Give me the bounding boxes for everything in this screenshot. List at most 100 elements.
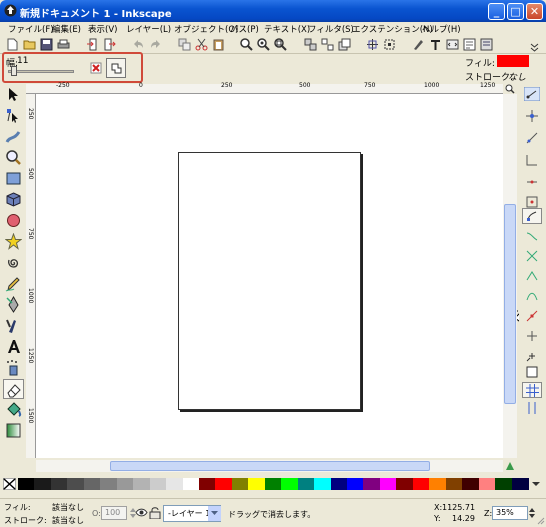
menu-object[interactable]: オブジェクト(O) — [174, 23, 238, 35]
zoom-spinner-icon[interactable] — [529, 507, 535, 519]
menu-layer[interactable]: レイヤー(L) — [126, 23, 171, 35]
color-swatch[interactable] — [116, 478, 134, 490]
ellipse-tool-icon[interactable] — [5, 212, 22, 229]
color-swatch[interactable] — [363, 478, 381, 490]
zoom-drawing-icon[interactable] — [257, 38, 270, 51]
color-swatch[interactable] — [297, 478, 315, 490]
vertical-scrollbar[interactable] — [503, 94, 517, 458]
snap-intersections-icon[interactable] — [526, 250, 538, 262]
color-swatch[interactable] — [231, 478, 249, 490]
color-swatch[interactable] — [429, 478, 447, 490]
raise-icon[interactable] — [338, 38, 351, 51]
minimize-button[interactable]: _ — [488, 3, 505, 20]
node-tool-icon[interactable] — [5, 107, 22, 124]
layer-lock-icon[interactable] — [149, 506, 161, 519]
resize-grip-icon[interactable] — [536, 516, 545, 525]
text-tool-icon[interactable] — [5, 338, 22, 355]
color-swatch[interactable] — [281, 478, 299, 490]
selector-tool-icon[interactable] — [5, 86, 22, 103]
horizontal-scrollbar[interactable] — [36, 460, 503, 472]
document-page[interactable] — [178, 152, 361, 410]
snap-page-border-icon[interactable] — [526, 366, 538, 378]
color-swatch[interactable] — [347, 478, 365, 490]
snap-enable-icon[interactable] — [524, 87, 540, 101]
snap-bbox-icon[interactable] — [526, 110, 538, 122]
color-swatch[interactable] — [18, 478, 35, 490]
import-icon[interactable] — [86, 38, 99, 51]
eraser-tool-button[interactable] — [3, 379, 24, 399]
vertical-scroll-thumb[interactable] — [504, 204, 516, 404]
menu-text[interactable]: テキスト(X) — [264, 23, 310, 35]
calligraphy-tool-icon[interactable] — [5, 317, 22, 334]
rectangle-tool-icon[interactable] — [5, 170, 22, 187]
snap-bbox-center-icon[interactable] — [526, 196, 538, 208]
color-swatch[interactable] — [495, 478, 513, 490]
snap-guides-icon[interactable] — [526, 402, 538, 414]
pen-tool-icon[interactable] — [5, 296, 22, 313]
color-managed-view-icon[interactable] — [505, 461, 515, 471]
color-swatch[interactable] — [264, 478, 282, 490]
color-swatch[interactable] — [462, 478, 480, 490]
spiral-tool-icon[interactable] — [5, 254, 22, 271]
color-swatch[interactable] — [379, 478, 397, 490]
color-swatch[interactable] — [330, 478, 348, 490]
color-swatch[interactable] — [478, 478, 496, 490]
text-font-icon[interactable] — [429, 38, 442, 51]
paste-icon[interactable] — [212, 38, 225, 51]
maximize-button[interactable]: □ — [507, 3, 524, 20]
tweak-tool-icon[interactable] — [5, 128, 22, 145]
menu-filter[interactable]: フィルタ(S) — [308, 23, 354, 35]
align-icon[interactable] — [366, 38, 379, 51]
snap-cusp-nodes-icon[interactable] — [526, 270, 538, 282]
undo-icon[interactable] — [132, 38, 145, 51]
color-swatch[interactable] — [248, 478, 266, 490]
export-icon[interactable] — [103, 38, 116, 51]
new-document-icon[interactable] — [6, 38, 19, 51]
xml-editor-icon[interactable] — [446, 38, 459, 51]
color-swatch[interactable] — [182, 478, 200, 490]
zoom-selection-icon[interactable] — [240, 38, 253, 51]
zoom-tool-icon[interactable] — [5, 149, 22, 166]
color-swatch[interactable] — [511, 478, 529, 490]
cut-icon[interactable] — [195, 38, 208, 51]
snap-smooth-nodes-icon[interactable] — [526, 290, 538, 302]
snap-grid-toggle[interactable] — [522, 382, 542, 398]
color-swatch[interactable] — [133, 478, 151, 490]
zoom-corner-icon[interactable] — [505, 84, 515, 94]
snap-nodes-toggle[interactable] — [522, 208, 542, 224]
color-swatch[interactable] — [396, 478, 414, 490]
menu-path[interactable]: パス(P) — [230, 23, 259, 35]
color-swatch[interactable] — [166, 478, 184, 490]
ungroup-icon[interactable] — [321, 38, 334, 51]
snap-rotation-center-icon[interactable] — [526, 350, 538, 362]
close-button[interactable]: ✕ — [526, 3, 543, 20]
zoom-input[interactable]: 35% — [492, 506, 528, 520]
color-swatch[interactable] — [412, 478, 430, 490]
paint-bucket-tool-icon[interactable] — [5, 401, 22, 418]
menu-help[interactable]: ヘルプ(H) — [422, 23, 461, 35]
preferences-icon[interactable] — [480, 38, 493, 51]
snap-centers-icon[interactable] — [526, 330, 538, 342]
horizontal-scroll-thumb[interactable] — [110, 461, 430, 471]
menu-extensions[interactable]: エクステンション(N) — [352, 23, 433, 35]
star-tool-icon[interactable] — [5, 233, 22, 250]
save-icon[interactable] — [40, 38, 53, 51]
color-swatch[interactable] — [198, 478, 216, 490]
document-properties-icon[interactable] — [463, 38, 476, 51]
color-swatch[interactable] — [215, 478, 233, 490]
color-swatch[interactable] — [67, 478, 85, 490]
fill-color-swatch[interactable] — [497, 55, 529, 67]
snap-paths-icon[interactable] — [526, 230, 538, 242]
color-swatch[interactable] — [100, 478, 118, 490]
color-swatch[interactable] — [149, 478, 167, 490]
menu-edit[interactable]: 編集(E) — [52, 23, 81, 35]
palette-menu-icon[interactable] — [531, 479, 541, 489]
3d-box-tool-icon[interactable] — [5, 191, 22, 208]
color-swatch[interactable] — [314, 478, 332, 490]
color-swatch[interactable] — [445, 478, 463, 490]
snap-midpoints-icon[interactable] — [526, 310, 538, 322]
layer-dropdown-button[interactable] — [208, 506, 221, 521]
snap-bbox-edge-icon[interactable] — [526, 132, 538, 144]
color-swatch[interactable] — [83, 478, 101, 490]
toolbar-overflow-icon[interactable] — [528, 40, 541, 53]
